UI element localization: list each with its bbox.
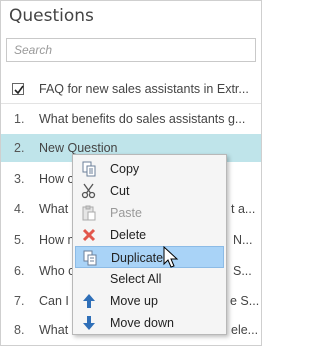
question-number: 8. (14, 323, 25, 337)
menu-item-delete[interactable]: Delete (75, 224, 224, 246)
faq-checkbox[interactable] (12, 83, 24, 95)
menu-item-paste[interactable]: Paste (75, 202, 224, 224)
question-row-1[interactable]: 1. What benefits do sales assistants g..… (1, 105, 261, 133)
faq-title: FAQ for new sales assistants in Extr... (39, 82, 249, 96)
delete-x-icon (81, 227, 97, 243)
context-menu: Copy Cut Paste Delete Duplicate Select A… (72, 154, 227, 335)
question-text-tail: ele... (231, 323, 259, 337)
menu-item-label: Move down (110, 316, 174, 330)
menu-item-duplicate[interactable]: Duplicate (75, 246, 224, 268)
question-number: 7. (14, 294, 25, 308)
menu-item-label: Paste (110, 206, 142, 220)
arrow-down-icon (81, 315, 97, 331)
question-number: 4. (14, 202, 25, 216)
menu-item-move-down[interactable]: Move down (75, 312, 224, 334)
checkmark-icon (14, 85, 24, 95)
question-number: 5. (14, 233, 25, 247)
panel-title: Questions (9, 6, 94, 26)
search-input[interactable] (6, 38, 256, 62)
question-number: 3. (14, 172, 25, 186)
menu-item-cut[interactable]: Cut (75, 180, 224, 202)
question-number: 6. (14, 264, 25, 278)
menu-item-move-up[interactable]: Move up (75, 290, 224, 312)
paste-icon (81, 205, 97, 221)
question-number: 1. (14, 112, 25, 126)
mouse-pointer-icon (163, 246, 179, 268)
question-text-tail: t a... (231, 202, 256, 216)
menu-item-copy[interactable]: Copy (75, 158, 224, 180)
scissors-icon (81, 183, 97, 199)
duplicate-icon (82, 250, 98, 266)
menu-item-label: Cut (110, 184, 130, 198)
question-text: New Question (39, 141, 118, 155)
menu-item-label: Delete (110, 228, 147, 242)
faq-header-row[interactable]: FAQ for new sales assistants in Extr... (1, 75, 261, 103)
question-text-tail: e S... (230, 294, 260, 308)
question-text-tail: S... (233, 264, 252, 278)
menu-item-select-all[interactable]: Select All (75, 268, 224, 290)
question-number: 2. (14, 141, 25, 155)
menu-item-label: Select All (110, 272, 162, 286)
question-text-tail: N... (233, 233, 253, 247)
menu-item-label: Duplicate (111, 251, 164, 265)
copy-icon (81, 161, 97, 177)
arrow-up-icon (81, 293, 97, 309)
divider (1, 103, 261, 104)
menu-item-label: Copy (110, 162, 140, 176)
question-text: What benefits do sales assistants g... (39, 112, 246, 126)
menu-item-label: Move up (110, 294, 158, 308)
